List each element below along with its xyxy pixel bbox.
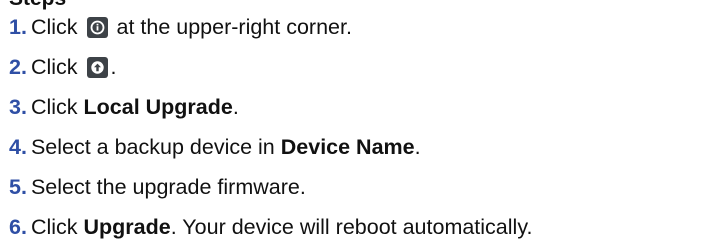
step-text: Click	[30, 15, 78, 39]
step-number: 4.	[9, 135, 27, 159]
ui-term-device-name: Device Name	[280, 135, 415, 159]
step-4: 4. Select a backup device in Device Name.	[9, 127, 532, 167]
step-text: .	[232, 95, 239, 119]
step-text: at the upper-right corner.	[116, 15, 352, 39]
step-3: 3. Click Local Upgrade.	[9, 87, 532, 127]
step-number: 1.	[9, 15, 27, 39]
ui-term-upgrade: Upgrade	[83, 215, 171, 239]
step-text: . Your device will reboot automatically.	[170, 215, 533, 239]
info-icon	[86, 17, 108, 38]
step-number: 2.	[9, 55, 27, 79]
step-text: Select the upgrade firmware.	[30, 175, 306, 199]
upgrade-icon	[86, 57, 108, 78]
step-text: Click	[30, 215, 78, 239]
step-number: 3.	[9, 95, 27, 119]
step-number: 5.	[9, 175, 27, 199]
step-text: .	[110, 55, 117, 79]
step-2: 2. Click .	[9, 47, 532, 87]
step-text: Click	[30, 95, 78, 119]
ui-term-local-upgrade: Local Upgrade	[83, 95, 233, 119]
step-text: Click	[30, 55, 78, 79]
steps-list: 1. Click at the upper-right corner. 2. Cli…	[9, 7, 532, 247]
step-text: Select a backup device in	[30, 135, 275, 159]
step-1: 1. Click at the upper-right corner.	[9, 7, 532, 47]
step-6: 6. Click Upgrade. Your device will reboot…	[9, 207, 532, 247]
step-5: 5. Select the upgrade firmware.	[9, 167, 532, 207]
step-number: 6.	[9, 215, 27, 239]
step-text: .	[414, 135, 421, 159]
